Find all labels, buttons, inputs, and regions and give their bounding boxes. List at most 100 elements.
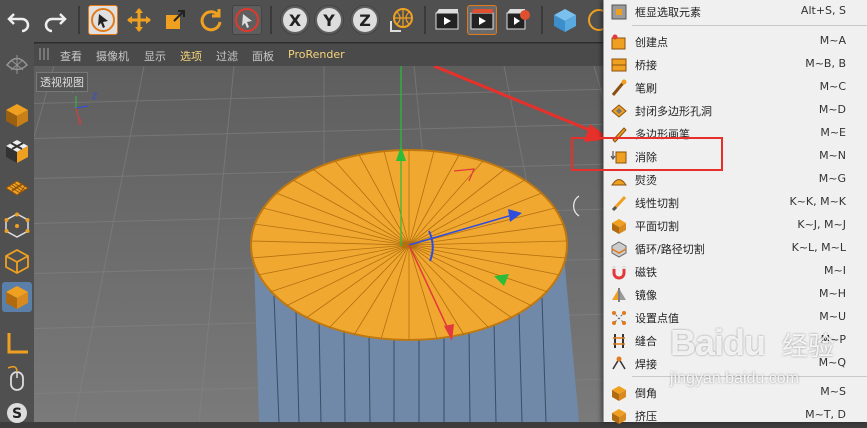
- menu-item-close-polygon-hole[interactable]: 封闭多边形孔洞 M~D: [604, 99, 867, 122]
- menu-item-label: 桥接: [635, 59, 657, 72]
- rotate-icon: [200, 9, 222, 32]
- menu-item-frame-selected[interactable]: 框显选取元素 Alt+S, S: [604, 0, 867, 23]
- snap-button[interactable]: S: [2, 398, 32, 428]
- model-icon: [5, 55, 29, 74]
- menu-item-label: 笔刷: [635, 82, 657, 95]
- polygons-mode-button[interactable]: [2, 282, 32, 312]
- viewport-menu-display[interactable]: 显示: [144, 48, 166, 64]
- main-toolbar: X Y Z: [0, 0, 610, 43]
- cube-primitive-button[interactable]: [550, 5, 580, 35]
- object-mode-button[interactable]: [2, 100, 32, 130]
- undo-button[interactable]: [4, 5, 34, 35]
- watermark-brand: Baidu: [670, 322, 766, 363]
- points-cube-icon: [4, 212, 30, 238]
- viewport-grip-icon: [39, 48, 51, 60]
- globe-icon: [390, 8, 413, 32]
- viewport-scene: [34, 66, 610, 422]
- texture-mode-button[interactable]: [2, 136, 32, 166]
- mini-axis-x-label: X: [77, 118, 83, 127]
- baidu-watermark: Baidu 经验 jingyan.baidu.com: [640, 322, 867, 422]
- viewport-menu-filter[interactable]: 过滤: [216, 48, 238, 64]
- rotate-tool-button[interactable]: [196, 5, 226, 35]
- menu-item-label: 封闭多边形孔洞: [635, 105, 712, 118]
- workplane-mode-button[interactable]: [2, 172, 32, 202]
- menu-item-loop-path-cut[interactable]: 循环/路径切割 K~L, M~L: [604, 237, 867, 260]
- clapper-icon: [470, 9, 494, 30]
- perspective-viewport[interactable]: Y Z X: [34, 66, 610, 422]
- snap-icon: S: [7, 403, 27, 423]
- menu-item-label: 框显选取元素: [635, 6, 701, 19]
- viewport-menu-prorender[interactable]: ProRender: [288, 48, 345, 61]
- magnet-icon: [612, 266, 626, 280]
- edges-mode-button[interactable]: [2, 246, 32, 276]
- menu-item-brush[interactable]: 笔刷 M~C: [604, 76, 867, 99]
- weld-icon: [612, 356, 626, 370]
- menu-item-shortcut: M~N: [819, 149, 846, 162]
- menu-item-mirror[interactable]: 镜像 M~H: [604, 283, 867, 306]
- bevel-icon: [612, 386, 626, 401]
- menu-item-magnet[interactable]: 磁铁 M~I: [604, 260, 867, 283]
- loop-cut-icon: [611, 241, 627, 258]
- mode-toolbar: S: [0, 42, 35, 423]
- undo-icon: [7, 13, 30, 33]
- menu-item-create-point[interactable]: 创建点 M~A: [604, 30, 867, 53]
- y-axis-lock-button[interactable]: Y: [314, 5, 344, 35]
- render-picture-viewer-button[interactable]: [467, 5, 497, 35]
- live-selection-button[interactable]: [88, 5, 118, 35]
- menu-item-shortcut: M~E: [820, 126, 846, 139]
- iron-icon: [611, 179, 627, 186]
- annotation-highlight-box: [571, 137, 723, 171]
- viewport-menu-cameras[interactable]: 摄像机: [96, 48, 129, 64]
- menu-item-shortcut: M~C: [819, 80, 846, 93]
- menu-item-line-cut[interactable]: 线性切割 K~K, M~K: [604, 191, 867, 214]
- x-axis-lock-button[interactable]: X: [280, 5, 310, 35]
- checker-cube-icon: [6, 140, 28, 163]
- set-point-icon: [612, 311, 626, 325]
- viewport-menu-view[interactable]: 查看: [60, 48, 82, 64]
- menu-item-label: 镜像: [635, 289, 657, 302]
- axis-corner-icon: [7, 333, 28, 354]
- world-coordinate-button[interactable]: [386, 5, 416, 35]
- tweak-mode-button[interactable]: [2, 364, 32, 394]
- menu-item-shortcut: K~L, M~L: [791, 241, 846, 254]
- clapper-icon: [435, 9, 459, 30]
- redo-icon: [44, 13, 67, 33]
- last-tool-button[interactable]: [232, 5, 262, 35]
- points-mode-button[interactable]: [2, 210, 32, 240]
- move-tool-button[interactable]: [124, 5, 154, 35]
- menu-item-label: 循环/路径切割: [635, 243, 705, 256]
- menu-item-shortcut: M~D: [818, 103, 846, 116]
- z-axis-label: Z: [353, 8, 377, 32]
- plane-cut-icon: [612, 219, 626, 234]
- menu-item-iron[interactable]: 熨烫 M~G: [604, 168, 867, 191]
- edges-cube-icon: [5, 248, 29, 274]
- render-settings-button[interactable]: [503, 5, 533, 35]
- mouse-icon: [7, 366, 24, 391]
- viewport-name-label: 透视视图: [36, 72, 88, 92]
- menu-item-shortcut: M~B, B: [805, 57, 846, 70]
- enable-axis-button[interactable]: [2, 328, 32, 358]
- menu-item-shortcut: M~G: [818, 172, 846, 185]
- svg-text:S: S: [12, 406, 22, 422]
- mini-axis-z-label: Z: [92, 92, 98, 101]
- cube-icon: [554, 9, 576, 32]
- redo-button[interactable]: [40, 5, 70, 35]
- menu-item-label: 线性切割: [635, 197, 679, 210]
- menu-item-shortcut: M~A: [819, 34, 846, 47]
- scale-icon: [166, 10, 185, 29]
- menu-item-shortcut: K~K, M~K: [789, 195, 846, 208]
- viewport-menu-options[interactable]: 选项: [180, 48, 202, 64]
- z-axis-lock-button[interactable]: Z: [350, 5, 380, 35]
- menu-item-label: 创建点: [635, 36, 668, 49]
- create-point-icon: [611, 34, 626, 50]
- grid-plane-icon: [5, 180, 29, 196]
- viewport-menu-panel[interactable]: 面板: [252, 48, 274, 64]
- menu-item-shortcut: M~I: [824, 264, 846, 277]
- menu-item-bridge[interactable]: 桥接 M~B, B: [604, 53, 867, 76]
- cube-icon: [6, 104, 28, 127]
- menu-item-plane-cut[interactable]: 平面切割 K~J, M~J: [604, 214, 867, 237]
- scale-tool-button[interactable]: [160, 5, 190, 35]
- model-mode-button[interactable]: [2, 48, 32, 78]
- mirror-icon: [612, 288, 626, 302]
- render-view-button[interactable]: [432, 5, 462, 35]
